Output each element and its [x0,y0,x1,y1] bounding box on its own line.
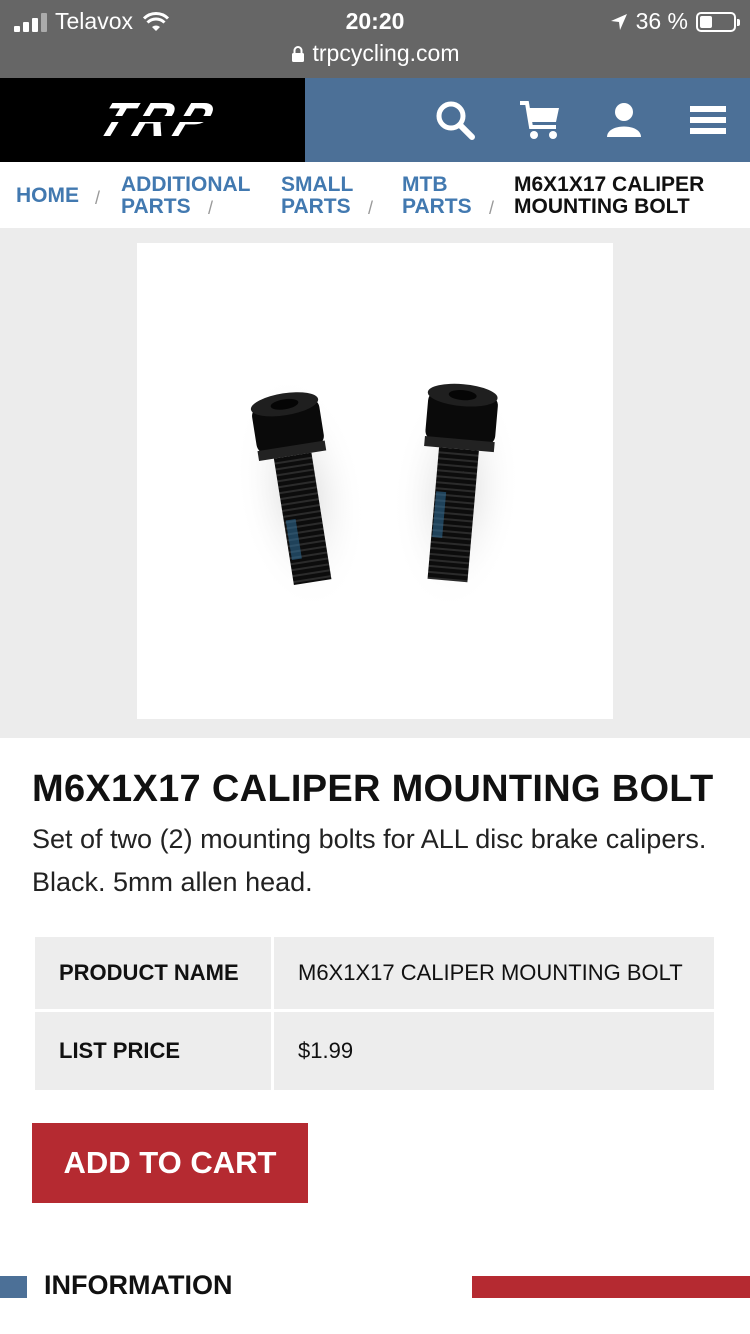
product-gallery [0,228,750,738]
site-logo[interactable]: TRP [0,78,305,162]
site-header: TRP [0,78,750,162]
battery-icon [696,11,740,32]
add-to-cart-button[interactable]: ADD TO CART [32,1123,308,1203]
breadcrumb-separator: / [368,198,374,218]
product-title: M6X1X17 CALIPER MOUNTING BOLT [32,768,714,810]
search-button[interactable] [413,78,497,162]
spec-label: PRODUCT NAME [35,937,271,1009]
breadcrumb-small-parts[interactable]: SMALL PARTS [281,174,353,218]
breadcrumb-separator: / [95,188,101,208]
battery-fill [700,15,712,28]
breadcrumb-separator: / [208,198,214,218]
information-heading: INFORMATION [44,1270,233,1300]
trp-logo: TRP [21,98,284,142]
location-arrow-icon [610,13,627,30]
section-marker [0,1276,27,1298]
account-button[interactable] [582,78,666,162]
menu-icon [690,106,726,134]
cart-button[interactable] [498,78,582,162]
breadcrumb-additional-parts[interactable]: ADDITIONAL PARTS [121,174,251,218]
cart-icon [520,101,559,139]
product-description: Set of two (2) mounting bolts for ALL di… [32,824,707,897]
battery-percent: 36 % [635,8,688,34]
breadcrumb: HOME / ADDITIONAL PARTS / SMALL PARTS / MT… [0,162,750,228]
breadcrumb-home[interactable]: HOME [16,185,79,207]
breadcrumb-separator: / [489,198,495,218]
product-image[interactable] [137,243,613,719]
breadcrumb-current: M6X1X17 CALIPER MOUNTING BOLT [514,173,705,218]
bolts-illustration [234,373,521,613]
lock-icon [291,45,304,62]
url-text: trpcycling.com [312,40,460,66]
table-row: PRODUCT NAME M6X1X17 CALIPER MOUNTING BO… [35,937,714,1009]
section-accent-bar [472,1276,750,1298]
menu-button[interactable] [666,78,750,162]
breadcrumb-mtb-parts[interactable]: MTB PARTS [402,174,472,218]
spec-label: LIST PRICE [35,1012,271,1090]
user-icon [607,103,641,137]
status-right: 36 % [610,8,740,35]
table-row: LIST PRICE $1.99 [35,1012,714,1090]
product-spec-table: PRODUCT NAME M6X1X17 CALIPER MOUNTING BO… [32,934,717,1093]
url-bar[interactable]: trpcycling.com [0,40,750,67]
spec-value: M6X1X17 CALIPER MOUNTING BOLT [274,937,714,1009]
status-bar: Telavox 20:20 36 % trpcycling.com [0,0,750,78]
search-icon [436,101,475,140]
spec-value: $1.99 [274,1012,714,1090]
